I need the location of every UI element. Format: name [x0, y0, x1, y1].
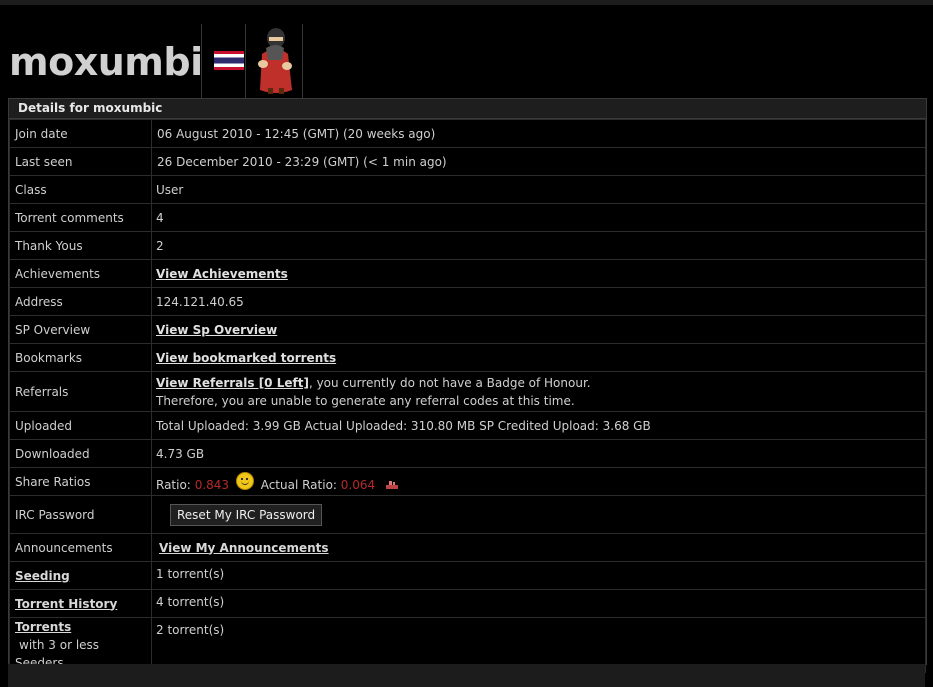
flag-container: [201, 24, 246, 98]
referrals-cell: View Referrals [0 Left], you currently d…: [151, 371, 926, 412]
top-bar: [0, 0, 933, 5]
sad-icon: [385, 480, 398, 489]
irc-password-label: IRC Password: [9, 495, 152, 534]
torrent-history-value: 4 torrent(s): [151, 589, 926, 618]
torrent-history-link[interactable]: Torrent History: [15, 597, 117, 611]
smiley-icon: [235, 471, 254, 490]
bookmarks-cell: View bookmarked torrents: [151, 343, 926, 372]
uploaded-value: Total Uploaded: 3.99 GB Actual Uploaded:…: [151, 411, 926, 440]
last-seen-value: 26 December 2010 - 23:29 (GMT) (< 1 min …: [151, 147, 926, 176]
table-row: Torrent History 4 torrent(s): [9, 589, 926, 618]
table-row: Referrals View Referrals [0 Left], you c…: [9, 371, 926, 412]
actual-ratio-label: Actual Ratio:: [260, 477, 337, 492]
ratio-label: Ratio:: [156, 477, 191, 492]
seeding-link[interactable]: Seeding: [15, 569, 70, 583]
avatar: [245, 24, 303, 98]
torrent-comments-value: 4: [151, 203, 926, 232]
table-row: IRC Password Reset My IRC Password: [9, 495, 926, 534]
seeding-value: 1 torrent(s): [151, 561, 926, 590]
table-row: Seeding 1 torrent(s): [9, 561, 926, 590]
referrals-text-2: Therefore, you are unable to generate an…: [156, 393, 575, 408]
announcements-cell: View My Announcements: [151, 533, 926, 562]
irc-password-cell: Reset My IRC Password: [151, 495, 926, 534]
torrent-comments-label: Torrent comments: [9, 203, 152, 232]
table-row: Join date 06 August 2010 - 12:45 (GMT) (…: [9, 119, 926, 148]
address-value: 124.121.40.65: [151, 287, 926, 316]
view-bookmarks-link[interactable]: View bookmarked torrents: [156, 351, 336, 365]
bottom-bar: [8, 664, 925, 687]
downloaded-value: 4.73 GB: [151, 439, 926, 468]
class-label: Class: [9, 175, 152, 204]
view-announcements-link[interactable]: View My Announcements: [159, 541, 329, 555]
torrent-history-cell: Torrent History: [9, 589, 152, 618]
reset-irc-password-button[interactable]: Reset My IRC Password: [170, 503, 323, 526]
view-achievements-link[interactable]: View Achievements: [156, 267, 288, 281]
bookmarks-label: Bookmarks: [9, 343, 152, 372]
table-row: Last seen 26 December 2010 - 23:29 (GMT)…: [9, 147, 926, 176]
table-row: Class User: [9, 175, 926, 204]
avatar-image: [258, 28, 292, 94]
table-row: Address 124.121.40.65: [9, 287, 926, 316]
address-label: Address: [9, 287, 152, 316]
uploaded-label: Uploaded: [9, 411, 152, 440]
sp-overview-cell: View Sp Overview: [151, 315, 926, 344]
ratio-value: 0.843: [194, 477, 230, 492]
achievements-cell: View Achievements: [151, 259, 926, 288]
view-sp-overview-link[interactable]: View Sp Overview: [156, 323, 277, 337]
details-panel: Details for moxumbic Join date 06 August…: [8, 98, 927, 673]
thank-yous-value: 2: [151, 231, 926, 260]
details-panel-title: Details for moxumbic: [9, 99, 926, 119]
table-row: Uploaded Total Uploaded: 3.99 GB Actual …: [9, 411, 926, 440]
table-row: Thank Yous 2: [9, 231, 926, 260]
thailand-flag-icon: [214, 51, 244, 70]
table-row: Share Ratios Ratio: 0.843 Actual Ratio: …: [9, 467, 926, 496]
referrals-text: , you currently do not have a Badge of H…: [308, 375, 591, 390]
sp-overview-label: SP Overview: [9, 315, 152, 344]
join-date-label: Join date: [9, 119, 152, 148]
actual-ratio-value: 0.064: [340, 477, 376, 492]
table-row: Downloaded 4.73 GB: [9, 439, 926, 468]
achievements-label: Achievements: [9, 259, 152, 288]
torrents-link[interactable]: Torrents: [15, 620, 71, 634]
class-value: User: [151, 175, 926, 204]
view-referrals-link[interactable]: View Referrals [0 Left]: [156, 376, 309, 390]
username-heading: moxumbic: [9, 40, 225, 84]
share-ratios-cell: Ratio: 0.843 Actual Ratio: 0.064: [151, 467, 926, 496]
table-row: Torrent comments 4: [9, 203, 926, 232]
downloaded-label: Downloaded: [9, 439, 152, 468]
details-table: Join date 06 August 2010 - 12:45 (GMT) (…: [9, 119, 926, 673]
announcements-label: Announcements: [9, 533, 152, 562]
referrals-label: Referrals: [9, 371, 152, 412]
table-row: Bookmarks View bookmarked torrents: [9, 343, 926, 372]
thank-yous-label: Thank Yous: [9, 231, 152, 260]
last-seen-label: Last seen: [9, 147, 152, 176]
table-row: Achievements View Achievements: [9, 259, 926, 288]
table-row: Announcements View My Announcements: [9, 533, 926, 562]
seeding-cell: Seeding: [9, 561, 152, 590]
table-row: SP Overview View Sp Overview: [9, 315, 926, 344]
share-ratios-label: Share Ratios: [9, 467, 152, 496]
join-date-value: 06 August 2010 - 12:45 (GMT) (20 weeks a…: [151, 119, 926, 148]
